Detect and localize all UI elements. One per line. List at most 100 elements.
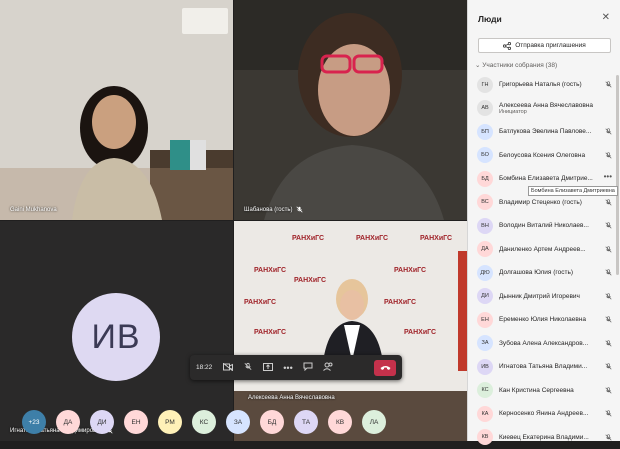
share-icon — [503, 42, 511, 50]
participant-name: Керносенко Янина Андреев... — [499, 410, 601, 417]
banner-text: РАНХиГС — [420, 235, 452, 242]
mic-off-icon — [605, 316, 612, 323]
mic-off-icon — [605, 199, 612, 206]
name-tooltip: Бомбина Елизавета Дмитриевна — [528, 186, 618, 196]
people-panel: Люди ✕ Отправка приглашения ⌄ Участники … — [467, 0, 620, 441]
participant-row[interactable]: ЗАЗубова Алена Александров... — [468, 332, 620, 356]
participant-name: Дынник Дмитрий Игоревич — [499, 293, 601, 300]
banner-text: РАНХиГС — [254, 267, 286, 274]
avatar: ДЮ — [477, 265, 493, 281]
participant-name-text: Кан Кристина Сергеевна — [499, 387, 574, 394]
banner-text: РАНХиГС — [294, 277, 326, 284]
participant-name: Владимир Стеценко (гость) — [499, 199, 601, 206]
more-options-icon[interactable]: ••• — [282, 363, 294, 373]
participant-bubble[interactable]: КС — [192, 410, 216, 434]
participant-name-text: Владимир Стеценко (гость) — [499, 199, 582, 206]
chevron-down-icon: ⌄ — [475, 62, 480, 69]
video-tile-alekseeva[interactable]: РАНХиГС РАНХиГС РАНХиГС РАНХиГС РАНХиГС … — [234, 221, 467, 441]
avatar: ИВ — [72, 293, 160, 381]
camera-off-icon[interactable] — [222, 363, 234, 373]
participant-row[interactable]: ГН Григорьева Наталья (гость) — [468, 73, 620, 97]
participant-name-text: Киевец Екатерина Владими... — [499, 434, 589, 441]
participant-name: Киевец Екатерина Владими... — [499, 434, 601, 441]
mic-off-icon — [605, 128, 612, 135]
participant-name-text: Еременко Юлия Николаевна — [499, 316, 586, 323]
participant-bubble[interactable]: КВ — [328, 410, 352, 434]
participant-name-text: Дынник Дмитрий Игоревич — [499, 293, 580, 300]
participant-row[interactable]: ДИ Дынник Дмитрий Игоревич — [468, 285, 620, 309]
participant-name-label: Gaini Mukhanova — [10, 207, 57, 213]
participant-name: Кан Кристина Сергеевна — [499, 387, 601, 394]
participant-name: Игнатова Татьяна Владими... — [499, 363, 601, 370]
participant-name-text: Батлукова Эвелина Павлове... — [499, 128, 591, 135]
banner-text: РАНХиГС — [244, 299, 276, 306]
participant-bubble[interactable]: БД — [260, 410, 284, 434]
avatar: БД — [477, 171, 493, 187]
participant-row[interactable]: ВНВолодин Виталий Николаев... — [468, 214, 620, 238]
banner-text: РАНХиГС — [254, 329, 286, 336]
avatar: ДА — [477, 241, 493, 257]
participant-bubble[interactable]: ДИ — [90, 410, 114, 434]
share-screen-icon[interactable] — [262, 363, 274, 373]
participant-row[interactable]: ДЮДолгашова Юлия (гость) — [468, 261, 620, 285]
mic-off-icon — [605, 434, 612, 441]
banner-text: РАНХиГС — [404, 329, 436, 336]
participant-name-text: Даниленко Артем Андреев... — [499, 246, 586, 253]
banner-text: РАНХиГС — [384, 299, 416, 306]
video-tile-ignatova[interactable]: ИВ Игнатова Татьяна Владимировна — [0, 221, 233, 441]
participant-row[interactable]: БО Белоусова Ксения Олеговна — [468, 144, 620, 168]
avatar: ДИ — [477, 288, 493, 304]
phone-hangup-icon — [380, 365, 391, 371]
participant-row[interactable]: АВАлексеева Анна ВячеславовнаИнициатор — [468, 97, 620, 121]
participant-name: Григорьева Наталья (гость) — [499, 81, 601, 88]
participant-name-text: Володин Виталий Николаев... — [499, 222, 589, 229]
mic-off-icon — [605, 246, 612, 253]
avatar: БО — [477, 147, 493, 163]
video-tile-gaini[interactable]: Gaini Mukhanova — [0, 0, 233, 220]
panel-title: Люди — [478, 14, 502, 24]
chat-icon[interactable] — [302, 362, 314, 373]
participant-row[interactable]: ИВИгнатова Татьяна Владими... — [468, 355, 620, 379]
participant-row[interactable]: КА Керносенко Янина Андреев... — [468, 402, 620, 426]
overflow-count-bubble[interactable]: +23 — [22, 410, 46, 434]
participant-bubble[interactable]: ЕН — [124, 410, 148, 434]
participants-icon[interactable] — [322, 362, 334, 373]
mic-off-icon — [605, 152, 612, 159]
avatar: КА — [477, 406, 493, 422]
participant-bubble[interactable]: РМ — [158, 410, 182, 434]
participant-bubble[interactable]: ТА — [294, 410, 318, 434]
more-options-icon[interactable]: ••• — [604, 172, 612, 181]
participant-row[interactable]: КСКан Кристина Сергеевна — [468, 379, 620, 403]
hang-up-button[interactable] — [374, 360, 396, 376]
participant-bubble[interactable]: ЛА — [362, 410, 386, 434]
mic-off-icon[interactable] — [242, 362, 254, 373]
participants-section-header[interactable]: ⌄ Участники собрания (38) — [475, 61, 557, 69]
banner-text: РАНХиГС — [356, 235, 388, 242]
close-icon[interactable]: ✕ — [602, 12, 610, 23]
avatar: ЗА — [477, 335, 493, 351]
participant-name: Батлукова Эвелина Павлове... — [499, 128, 601, 135]
participant-name: Даниленко Артем Андреев... — [499, 246, 601, 253]
participant-bubble[interactable]: ЗА — [226, 410, 250, 434]
participant-row[interactable]: БП Батлукова Эвелина Павлове... — [468, 120, 620, 144]
participant-name-text: Григорьева Наталья (гость) — [499, 81, 582, 88]
avatar: БП — [477, 124, 493, 140]
share-invite-button[interactable]: Отправка приглашения — [478, 38, 611, 53]
video-feed — [0, 0, 233, 220]
avatar: ГН — [477, 77, 493, 93]
mic-off-icon — [605, 340, 612, 347]
avatar: ЕН — [477, 312, 493, 328]
participant-row[interactable]: ДА Даниленко Артем Андреев... — [468, 238, 620, 262]
call-timer: 18:22 — [196, 364, 214, 371]
banner-text: РАНХиГС — [394, 267, 426, 274]
participant-row[interactable]: КВКиевец Екатерина Владими... — [468, 426, 620, 449]
video-tile-shabanova[interactable]: Шабанова (гость) — [234, 0, 467, 220]
mic-off-icon — [605, 81, 612, 88]
participant-name: Белоусова Ксения Олеговна — [499, 152, 601, 159]
mic-off-icon — [605, 269, 612, 276]
invite-label: Отправка приглашения — [515, 42, 586, 49]
participant-role: Инициатор — [499, 109, 601, 115]
participant-row[interactable]: ЕН Еременко Юлия Николаевна — [468, 308, 620, 332]
participant-bubble[interactable]: ДА — [56, 410, 80, 434]
banner-text: РАНХиГС — [292, 235, 324, 242]
